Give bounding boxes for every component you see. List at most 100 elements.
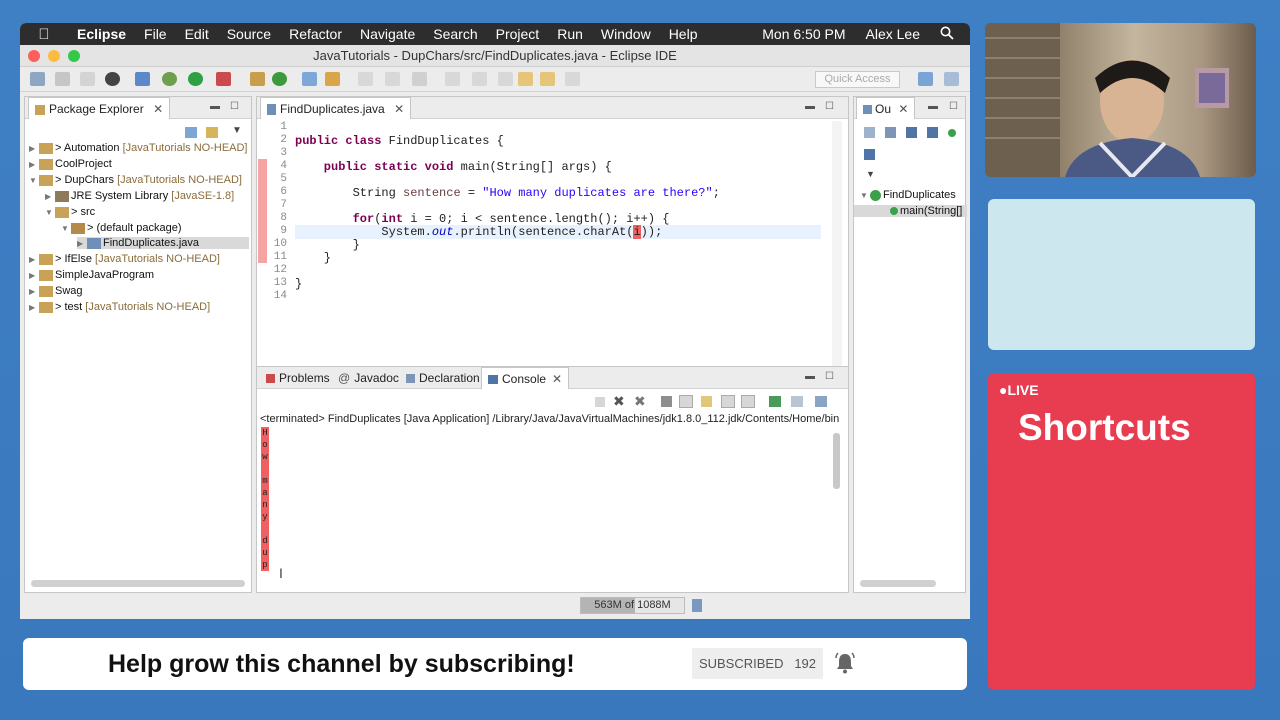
- heap-status[interactable]: 563M of 1088M: [580, 597, 685, 614]
- open-console-icon[interactable]: [815, 396, 827, 407]
- sort-icon[interactable]: [885, 127, 896, 138]
- minimize-window-button[interactable]: [48, 50, 60, 62]
- new-icon[interactable]: [30, 72, 45, 86]
- zoom-window-button[interactable]: [68, 50, 80, 62]
- new-class-icon[interactable]: [272, 72, 287, 86]
- close-window-button[interactable]: [28, 50, 40, 62]
- profile-icon[interactable]: [105, 72, 120, 86]
- forward-icon[interactable]: [565, 72, 580, 86]
- remove-all-launches-icon[interactable]: ✖: [634, 393, 646, 410]
- maximize-icon[interactable]: ☐: [230, 102, 240, 112]
- menu-refactor[interactable]: Refactor: [280, 26, 351, 42]
- maximize-icon[interactable]: ☐: [825, 102, 835, 112]
- menu-eclipse[interactable]: Eclipse: [68, 26, 135, 42]
- tree-item-selected[interactable]: ▶ FindDuplicates.java: [77, 237, 249, 249]
- apple-icon[interactable]: : [20, 26, 68, 43]
- search-toolbar-icon[interactable]: [325, 72, 340, 86]
- expand-icon[interactable]: ▶: [29, 271, 39, 280]
- pin-console-icon[interactable]: [769, 396, 781, 407]
- block-selection-icon[interactable]: [412, 72, 427, 86]
- pin-icon[interactable]: [498, 72, 513, 86]
- clock[interactable]: Mon 6:50 PM: [752, 26, 855, 42]
- tree-item[interactable]: ▶ > IfElse [JavaTutorials NO-HEAD]: [29, 253, 220, 265]
- minimize-icon[interactable]: ▬: [928, 102, 938, 112]
- tab-package-explorer[interactable]: Package Explorer ✕: [28, 97, 171, 119]
- scroll-lock-icon[interactable]: [679, 395, 693, 408]
- garbage-collect-icon[interactable]: [692, 599, 702, 612]
- annotation-icon[interactable]: [358, 72, 373, 86]
- save-icon[interactable]: [55, 72, 70, 86]
- menu-file[interactable]: File: [135, 26, 176, 42]
- outline-method-item[interactable]: main(String[]: [854, 205, 967, 217]
- menu-help[interactable]: Help: [660, 26, 707, 42]
- minimize-icon[interactable]: ▬: [210, 102, 220, 112]
- user-name[interactable]: Alex Lee: [856, 26, 930, 42]
- maximize-icon[interactable]: ☐: [949, 102, 959, 112]
- java-perspective-icon[interactable]: [944, 72, 959, 86]
- collapse-icon[interactable]: ▼: [61, 224, 71, 233]
- run-icon[interactable]: [188, 72, 203, 86]
- word-wrap-icon[interactable]: [701, 396, 712, 407]
- close-tab-icon[interactable]: ✕: [394, 102, 404, 116]
- horizontal-scrollbar[interactable]: [860, 580, 936, 587]
- expand-icon[interactable]: ▶: [29, 255, 39, 264]
- clear-console-icon[interactable]: [661, 396, 672, 407]
- tree-item[interactable]: ▼ > (default package): [61, 222, 181, 234]
- menu-window[interactable]: Window: [592, 26, 660, 42]
- close-tab-icon[interactable]: ✕: [153, 102, 163, 116]
- menu-search[interactable]: Search: [424, 26, 486, 42]
- minimize-icon[interactable]: ▬: [805, 102, 815, 112]
- skip-breakpoints-icon[interactable]: [135, 72, 150, 86]
- new-java-project-icon[interactable]: [250, 72, 265, 86]
- tree-item[interactable]: ▼ > src: [45, 206, 95, 218]
- tree-item[interactable]: ▶ > Automation [JavaTutorials NO-HEAD]: [29, 142, 248, 154]
- quick-access-input[interactable]: Quick Access: [815, 71, 900, 88]
- view-menu-icon[interactable]: ▼: [866, 169, 875, 179]
- collapse-icon[interactable]: ▼: [29, 176, 39, 185]
- expand-icon[interactable]: ▶: [45, 192, 55, 201]
- tab-finduplicates[interactable]: FindDuplicates.java ✕: [260, 97, 412, 119]
- tab-outline[interactable]: Ou ✕: [856, 97, 916, 119]
- hide-static-icon[interactable]: [927, 127, 938, 138]
- menu-run[interactable]: Run: [548, 26, 592, 42]
- close-tab-icon[interactable]: ✕: [898, 102, 908, 116]
- show-stderr-icon[interactable]: [741, 395, 755, 408]
- expand-icon[interactable]: ▶: [77, 239, 87, 248]
- tree-item[interactable]: ▶ CoolProject: [29, 158, 112, 170]
- mark-occurrences-icon[interactable]: [385, 72, 400, 86]
- outline-class-item[interactable]: ▼ FindDuplicates: [860, 189, 956, 201]
- back-icon[interactable]: [540, 72, 555, 86]
- tree-item[interactable]: ▶ > test [JavaTutorials NO-HEAD]: [29, 301, 210, 313]
- console-output[interactable]: H o w m a n y d u p: [261, 427, 269, 571]
- minimize-icon[interactable]: ▬: [805, 372, 815, 382]
- tab-problems[interactable]: Problems: [260, 367, 336, 389]
- bell-icon[interactable]: [835, 652, 855, 679]
- close-tab-icon[interactable]: ✕: [552, 372, 562, 386]
- expand-icon[interactable]: ▶: [29, 303, 39, 312]
- expand-icon[interactable]: ▶: [29, 287, 39, 296]
- terminate-icon[interactable]: [595, 397, 605, 407]
- previous-annotation-icon[interactable]: [472, 72, 487, 86]
- collapse-all-icon[interactable]: [864, 127, 875, 138]
- tree-item[interactable]: ▶ Swag: [29, 285, 83, 297]
- menu-project[interactable]: Project: [487, 26, 549, 42]
- menu-source[interactable]: Source: [218, 26, 280, 42]
- save-all-icon[interactable]: [80, 72, 95, 86]
- view-menu-icon[interactable]: ▼: [232, 125, 242, 136]
- tab-declaration[interactable]: Declaration: [400, 367, 486, 389]
- collapse-icon[interactable]: ▼: [860, 191, 870, 200]
- remove-launch-icon[interactable]: ✖: [613, 393, 625, 410]
- hide-local-types-icon[interactable]: [864, 149, 875, 160]
- display-console-icon[interactable]: [791, 396, 803, 407]
- tree-item[interactable]: ▶ JRE System Library [JavaSE-1.8]: [45, 190, 234, 202]
- expand-icon[interactable]: ▶: [29, 144, 39, 153]
- run-external-tools-icon[interactable]: [216, 72, 231, 86]
- horizontal-scrollbar[interactable]: [31, 580, 245, 587]
- maximize-icon[interactable]: ☐: [825, 372, 835, 382]
- hide-non-public-icon[interactable]: [948, 129, 956, 137]
- subscribed-button[interactable]: SUBSCRIBED 192: [692, 648, 823, 679]
- vertical-scrollbar[interactable]: [833, 433, 840, 489]
- collapse-icon[interactable]: ▼: [45, 208, 55, 217]
- expand-icon[interactable]: ▶: [29, 160, 39, 169]
- open-type-icon[interactable]: [302, 72, 317, 86]
